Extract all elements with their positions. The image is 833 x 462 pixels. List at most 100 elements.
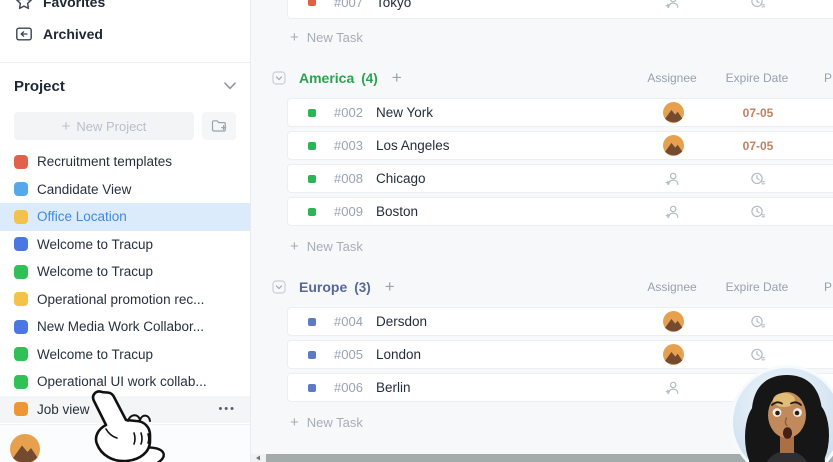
priority-cell[interactable] bbox=[798, 0, 833, 18]
task-row[interactable]: #009 Boston bbox=[287, 197, 833, 226]
priority-cell[interactable] bbox=[798, 99, 833, 126]
expire-date-cell[interactable] bbox=[718, 308, 798, 335]
favorites-label: Favorites bbox=[43, 0, 105, 10]
assignee-avatar[interactable] bbox=[663, 102, 684, 123]
new-folder-button[interactable] bbox=[202, 112, 236, 140]
priority-cell[interactable] bbox=[798, 165, 833, 192]
assignee-cell[interactable] bbox=[628, 341, 718, 368]
priority-cell[interactable] bbox=[798, 198, 833, 225]
group-name[interactable]: America bbox=[299, 70, 354, 86]
expire-date-clock-icon[interactable] bbox=[750, 314, 766, 330]
sidebar: Favorites Archived Project New Project bbox=[0, 0, 251, 462]
collapse-group-icon[interactable] bbox=[272, 280, 286, 294]
user-avatar[interactable] bbox=[10, 434, 40, 462]
add-task-plus-icon[interactable] bbox=[385, 277, 395, 297]
assign-person-icon[interactable] bbox=[665, 0, 681, 10]
partial-task-bullet bbox=[308, 0, 316, 6]
new-task-button[interactable]: New Task bbox=[290, 238, 400, 254]
assignee-cell[interactable] bbox=[628, 374, 718, 401]
assign-person-icon[interactable] bbox=[665, 380, 681, 396]
task-title: Berlin bbox=[376, 380, 411, 395]
assignee-cell[interactable] bbox=[628, 99, 718, 126]
collapse-slot[interactable] bbox=[272, 280, 286, 294]
sidebar-item-archived[interactable]: Archived bbox=[0, 20, 250, 48]
more-options-icon[interactable] bbox=[218, 403, 236, 415]
expire-date-value: 07-05 bbox=[743, 139, 774, 153]
expire-date-clock-icon[interactable] bbox=[750, 347, 766, 363]
task-status-bullet bbox=[308, 142, 316, 150]
webcam-overlay bbox=[728, 363, 833, 462]
sidebar-project-item[interactable]: Job view bbox=[0, 396, 250, 424]
tracup-app-window: Favorites Archived Project New Project bbox=[0, 0, 833, 462]
task-title: New York bbox=[376, 105, 433, 120]
expire-date-clock-icon[interactable] bbox=[750, 0, 766, 10]
project-color-dot bbox=[14, 155, 28, 169]
sidebar-project-item[interactable]: Candidate View bbox=[0, 176, 250, 204]
group-header: Europe (3) Assignee Expire Date P bbox=[272, 277, 833, 297]
task-row[interactable]: #007 Tokyo bbox=[287, 0, 833, 19]
expire-date-cell[interactable] bbox=[718, 0, 798, 18]
sidebar-project-item[interactable]: New Media Work Collabor... bbox=[0, 313, 250, 341]
task-row[interactable]: #008 Chicago bbox=[287, 164, 833, 193]
task-id: #009 bbox=[334, 204, 376, 219]
sidebar-project-item[interactable]: Welcome to Tracup bbox=[0, 231, 250, 259]
group-task-list: #002 New York 07-05 #003 Los Angeles 07-… bbox=[250, 98, 833, 226]
new-task-button[interactable]: New Task bbox=[290, 29, 400, 45]
expire-date-clock-icon[interactable] bbox=[750, 171, 766, 187]
chevron-down-icon[interactable] bbox=[224, 82, 236, 90]
assignee-avatar[interactable] bbox=[663, 344, 684, 365]
task-row[interactable]: #004 Dersdon bbox=[287, 307, 833, 336]
assignee-cell[interactable] bbox=[628, 0, 718, 18]
sidebar-item-favorites[interactable]: Favorites bbox=[0, 0, 250, 16]
task-id: #004 bbox=[334, 314, 376, 329]
plus-icon bbox=[62, 118, 71, 135]
task-row[interactable]: #003 Los Angeles 07-05 bbox=[287, 131, 833, 160]
task-status-bullet bbox=[308, 384, 316, 392]
expire-date-clock-icon[interactable] bbox=[750, 204, 766, 220]
sidebar-project-item[interactable]: Welcome to Tracup bbox=[0, 258, 250, 286]
collapse-group-icon[interactable] bbox=[272, 71, 286, 85]
task-title: Los Angeles bbox=[376, 138, 450, 153]
sidebar-project-item[interactable]: Operational promotion rec... bbox=[0, 286, 250, 314]
task-id: #006 bbox=[334, 380, 376, 395]
sidebar-project-item[interactable]: Operational UI work collab... bbox=[0, 368, 250, 396]
group-count: (4) bbox=[361, 71, 378, 86]
assignee-cell[interactable] bbox=[628, 198, 718, 225]
new-task-button[interactable]: New Task bbox=[290, 414, 400, 430]
project-section-header[interactable]: Project bbox=[14, 72, 236, 100]
scroll-left-arrow-icon[interactable] bbox=[255, 455, 261, 461]
group-count: (3) bbox=[354, 280, 371, 295]
assign-person-icon[interactable] bbox=[665, 204, 681, 220]
project-color-dot bbox=[14, 375, 28, 389]
column-header-assignee: Assignee bbox=[627, 68, 717, 88]
sidebar-project-item[interactable]: Welcome to Tracup bbox=[0, 341, 250, 369]
assignee-avatar[interactable] bbox=[663, 135, 684, 156]
task-id: #002 bbox=[334, 105, 376, 120]
star-icon bbox=[15, 0, 33, 11]
priority-cell[interactable] bbox=[798, 308, 833, 335]
expire-date-cell[interactable] bbox=[718, 198, 798, 225]
column-header-priority: P bbox=[797, 68, 833, 88]
sidebar-project-item[interactable]: Office Location bbox=[0, 203, 250, 231]
expire-date-cell[interactable]: 07-05 bbox=[718, 132, 798, 159]
task-row[interactable]: #002 New York 07-05 bbox=[287, 98, 833, 127]
column-header-expire-date: Expire Date bbox=[717, 68, 797, 88]
column-header-assignee: Assignee bbox=[627, 277, 717, 297]
assignee-cell[interactable] bbox=[628, 308, 718, 335]
plus-icon bbox=[290, 238, 299, 255]
expire-date-cell[interactable] bbox=[718, 165, 798, 192]
group-name[interactable]: Europe bbox=[299, 279, 347, 295]
priority-cell[interactable] bbox=[798, 132, 833, 159]
sidebar-project-item[interactable]: Recruitment templates bbox=[0, 148, 250, 176]
assignee-cell[interactable] bbox=[628, 132, 718, 159]
collapse-slot[interactable] bbox=[272, 71, 286, 85]
assignee-avatar[interactable] bbox=[663, 311, 684, 332]
task-id: #005 bbox=[334, 347, 376, 362]
assign-person-icon[interactable] bbox=[665, 171, 681, 187]
expire-date-cell[interactable]: 07-05 bbox=[718, 99, 798, 126]
sidebar-footer bbox=[0, 424, 250, 462]
assignee-cell[interactable] bbox=[628, 165, 718, 192]
new-project-button[interactable]: New Project bbox=[14, 112, 194, 140]
task-status-bullet bbox=[308, 318, 316, 326]
add-task-plus-icon[interactable] bbox=[392, 68, 402, 88]
